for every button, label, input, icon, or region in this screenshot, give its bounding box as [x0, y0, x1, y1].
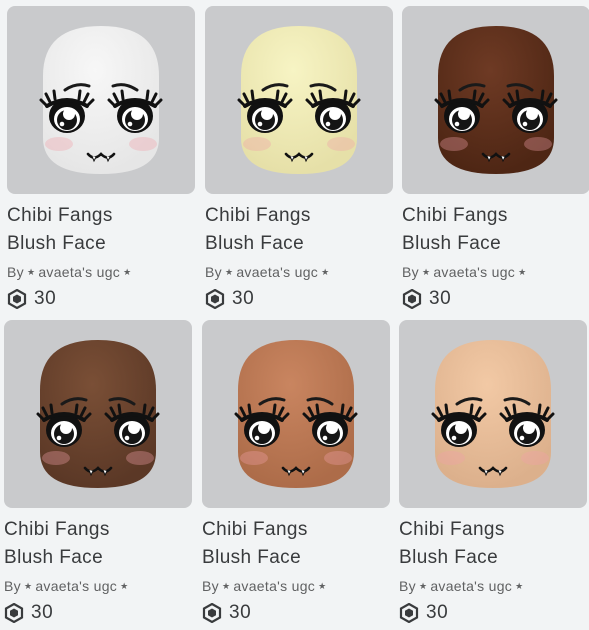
item-name-line1: Chibi Fangs [4, 519, 110, 540]
robux-icon [202, 603, 229, 623]
by-label: By [205, 264, 222, 280]
robux-icon-shape [7, 289, 27, 309]
item-name[interactable]: Chibi Fangs Blush Face [402, 202, 589, 258]
item-creator: By ★ avaeta's ugc ★ [202, 576, 390, 596]
item-name-line2: Blush Face [205, 233, 305, 254]
chibi-face-art [36, 340, 160, 488]
item-name-line2: Blush Face [402, 233, 502, 254]
item-name[interactable]: Chibi Fangs Blush Face [205, 202, 393, 258]
item-thumbnail[interactable] [4, 320, 192, 508]
item-thumbnail[interactable] [202, 320, 390, 508]
item-name-line1: Chibi Fangs [205, 205, 311, 226]
robux-icon-shape [4, 603, 24, 623]
robux-icon [402, 289, 429, 309]
chibi-face-art [431, 340, 555, 488]
item-name-line2: Blush Face [399, 547, 499, 568]
creator-name[interactable]: avaeta's ugc [38, 264, 120, 280]
item-name[interactable]: Chibi Fangs Blush Face [4, 516, 192, 572]
robux-icon [399, 603, 426, 623]
item-name-line1: Chibi Fangs [202, 519, 308, 540]
star-icon: ★ [418, 581, 428, 591]
price-amount: 30 [429, 288, 452, 309]
robux-icon [4, 603, 31, 623]
creator-name[interactable]: avaeta's ugc [233, 578, 315, 594]
star-icon: ★ [23, 581, 33, 591]
item-thumbnail[interactable] [7, 6, 195, 194]
star-icon: ★ [120, 581, 129, 591]
star-icon: ★ [321, 267, 330, 277]
item-price: 30 [399, 601, 448, 625]
item-name[interactable]: Chibi Fangs Blush Face [7, 202, 195, 258]
item-price: 30 [402, 287, 451, 311]
robux-icon-shape [399, 603, 419, 623]
creator-name[interactable]: avaeta's ugc [236, 264, 318, 280]
price-amount: 30 [34, 288, 57, 309]
item-name[interactable]: Chibi Fangs Blush Face [399, 516, 587, 572]
star-icon: ★ [421, 267, 431, 277]
creator-name[interactable]: avaeta's ugc [430, 578, 512, 594]
item-name-line2: Blush Face [202, 547, 302, 568]
catalog-item-card[interactable]: Chibi Fangs Blush Face By ★ avaeta's ugc ★ … [7, 6, 195, 316]
star-icon: ★ [515, 581, 524, 591]
item-thumbnail[interactable] [205, 6, 393, 194]
robux-icon-shape [402, 289, 422, 309]
by-label: By [399, 578, 416, 594]
by-label: By [7, 264, 24, 280]
item-creator: By ★ avaeta's ugc ★ [205, 262, 393, 282]
by-label: By [4, 578, 21, 594]
by-label: By [402, 264, 419, 280]
star-icon: ★ [221, 581, 231, 591]
item-thumbnail[interactable] [399, 320, 587, 508]
creator-name[interactable]: avaeta's ugc [433, 264, 515, 280]
star-icon: ★ [318, 581, 327, 591]
star-icon: ★ [224, 267, 234, 277]
catalog-item-card[interactable]: Chibi Fangs Blush Face By ★ avaeta's ugc ★ … [202, 320, 390, 630]
chibi-face-art [434, 26, 558, 174]
catalog-item-card[interactable]: Chibi Fangs Blush Face By ★ avaeta's ugc ★ … [4, 320, 192, 630]
item-creator: By ★ avaeta's ugc ★ [402, 262, 589, 282]
catalog-item-card[interactable]: Chibi Fangs Blush Face By ★ avaeta's ugc ★ … [205, 6, 393, 316]
item-thumbnail[interactable] [402, 6, 589, 194]
chibi-face-art [237, 26, 361, 174]
star-icon: ★ [123, 267, 132, 277]
item-price: 30 [205, 287, 254, 311]
item-creator: By ★ avaeta's ugc ★ [4, 576, 192, 596]
robux-icon-shape [205, 289, 225, 309]
price-amount: 30 [229, 602, 252, 623]
robux-icon [205, 289, 232, 309]
star-icon: ★ [26, 267, 36, 277]
item-creator: By ★ avaeta's ugc ★ [7, 262, 195, 282]
star-icon: ★ [518, 267, 527, 277]
item-name-line1: Chibi Fangs [399, 519, 505, 540]
catalog-item-card[interactable]: Chibi Fangs Blush Face By ★ avaeta's ugc ★ … [402, 6, 589, 316]
chibi-face-art [234, 340, 358, 488]
price-amount: 30 [426, 602, 449, 623]
price-amount: 30 [232, 288, 255, 309]
item-price: 30 [4, 601, 53, 625]
item-name-line1: Chibi Fangs [402, 205, 508, 226]
item-name-line2: Blush Face [7, 233, 107, 254]
item-name-line2: Blush Face [4, 547, 104, 568]
robux-icon [7, 289, 34, 309]
price-amount: 30 [31, 602, 54, 623]
item-name[interactable]: Chibi Fangs Blush Face [202, 516, 390, 572]
by-label: By [202, 578, 219, 594]
item-creator: By ★ avaeta's ugc ★ [399, 576, 587, 596]
item-price: 30 [7, 287, 56, 311]
robux-icon-shape [202, 603, 222, 623]
item-price: 30 [202, 601, 251, 625]
catalog-item-card[interactable]: Chibi Fangs Blush Face By ★ avaeta's ugc ★ … [399, 320, 587, 630]
item-name-line1: Chibi Fangs [7, 205, 113, 226]
creator-name[interactable]: avaeta's ugc [35, 578, 117, 594]
chibi-face-art [39, 26, 163, 174]
